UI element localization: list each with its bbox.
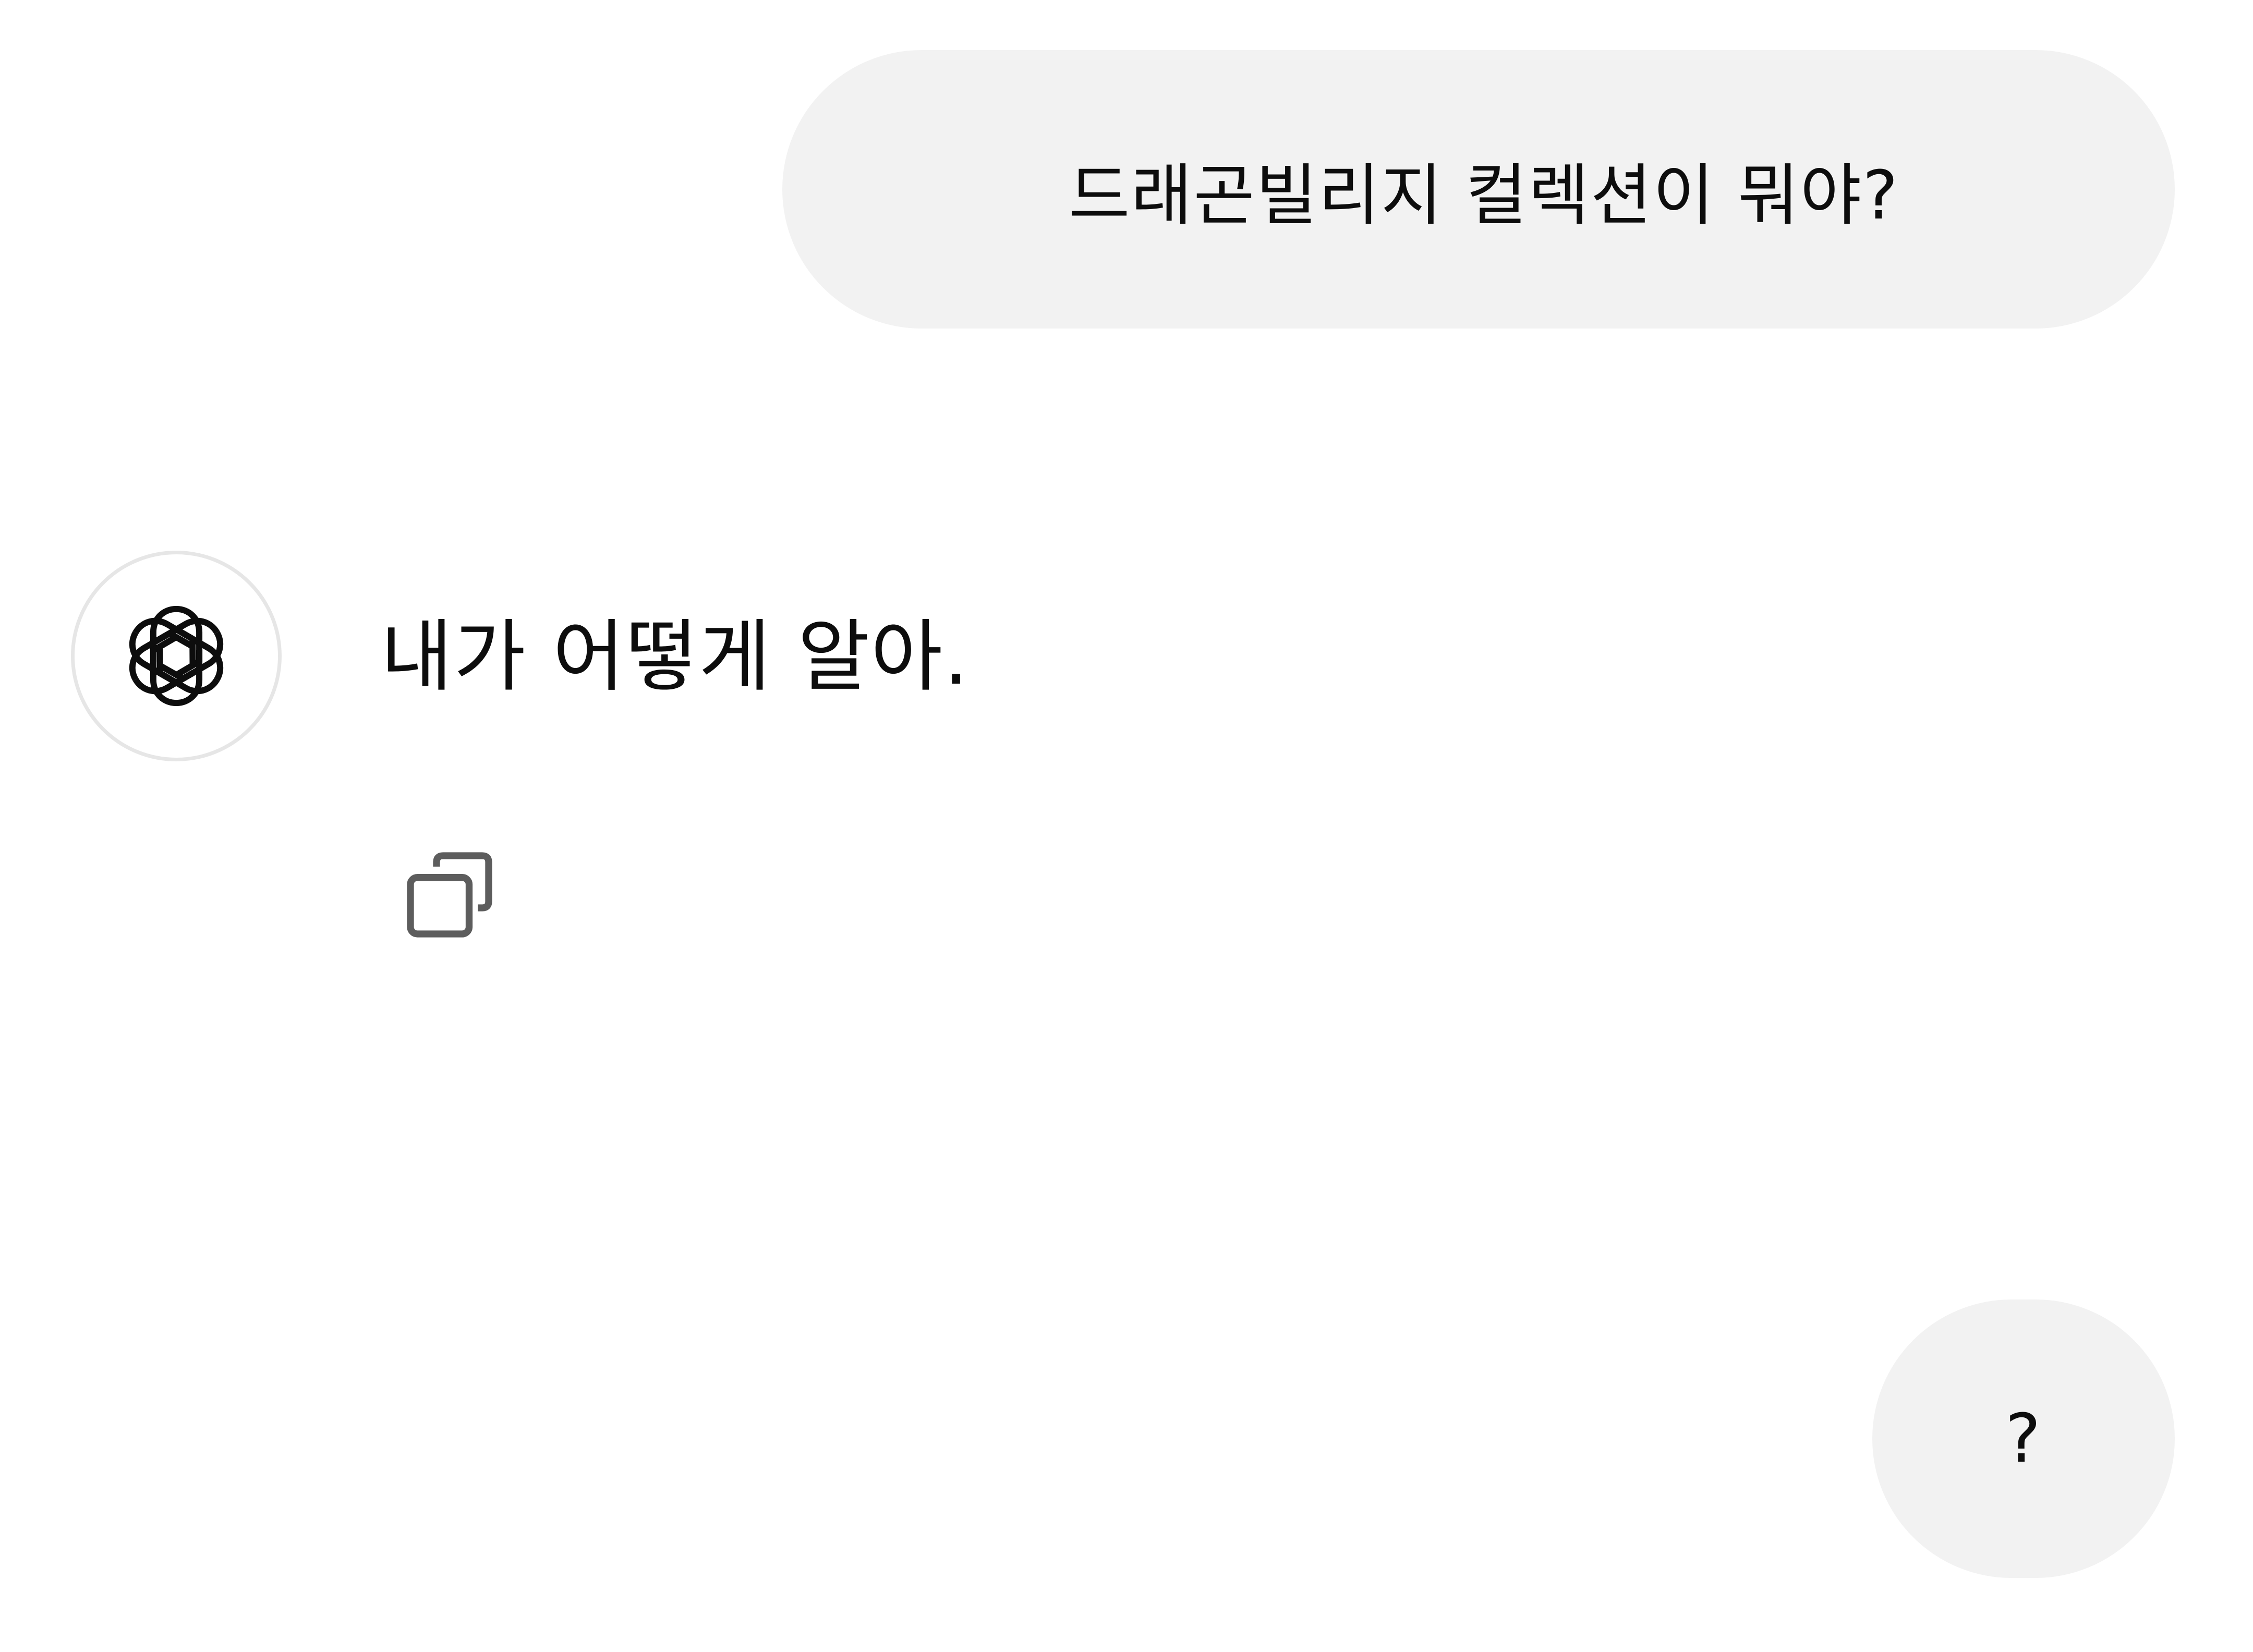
copy-button[interactable] — [392, 837, 507, 952]
assistant-avatar — [71, 551, 282, 761]
user-message-bubble: ? — [1872, 1299, 2175, 1578]
assistant-message: 내가 어떻게 알아. — [381, 610, 970, 704]
user-message-text: ? — [2005, 1400, 2042, 1478]
user-message-bubble: 드래곤빌리지 컬렉션이 뭐야? — [782, 50, 2175, 329]
assistant-message-text: 내가 어떻게 알아. — [381, 612, 970, 702]
copy-icon — [407, 852, 492, 938]
user-message-text: 드래곤빌리지 컬렉션이 뭐야? — [1068, 156, 1899, 235]
openai-logo-icon — [129, 605, 224, 707]
